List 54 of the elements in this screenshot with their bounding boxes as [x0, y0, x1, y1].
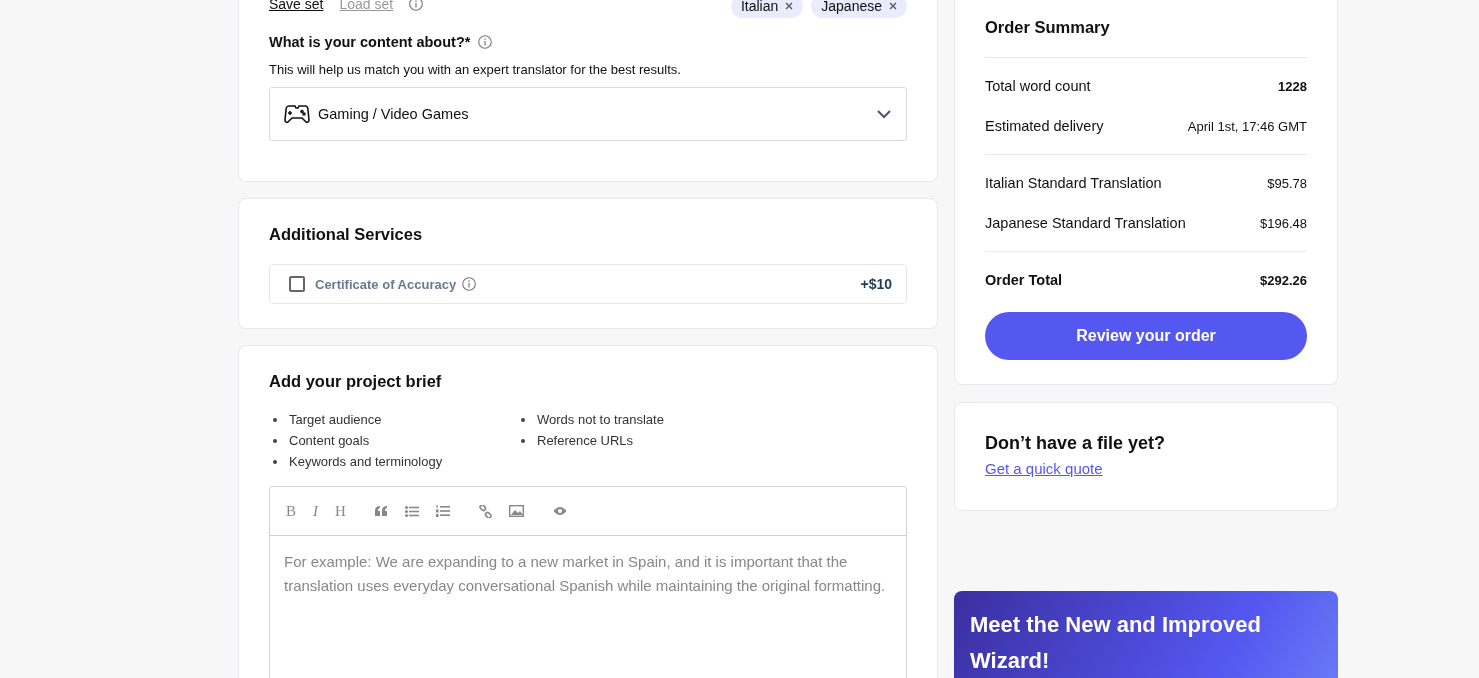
field-label: What is your content about?* — [269, 34, 471, 50]
bullet-icon — [521, 438, 525, 443]
summary-title: Order Summary — [985, 18, 1307, 58]
info-icon[interactable] — [462, 277, 477, 291]
bullet-icon — [273, 459, 277, 464]
close-icon[interactable] — [889, 2, 897, 10]
summary-value: 1228 — [1278, 78, 1307, 94]
brief-tip: Words not to translate — [537, 411, 664, 429]
format-button[interactable]: B — [286, 502, 296, 520]
format-button[interactable]: I — [313, 502, 318, 520]
summary-value: April 1st, 17:46 GMT — [1187, 118, 1307, 134]
field-hint: This will help us match you with an expert translator for the best results. — [269, 62, 682, 77]
summary-value: $196.48 — [1260, 215, 1307, 231]
bullet-icon — [273, 438, 277, 443]
gamepad-icon — [284, 103, 310, 125]
link-icon[interactable] — [478, 504, 492, 518]
eye-icon[interactable] — [552, 506, 567, 516]
summary-label: Italian Standard Translation — [985, 175, 1162, 191]
summary-label: Order Total — [985, 272, 1063, 288]
summary-label: Estimated delivery — [985, 118, 1104, 134]
brief-tip: Keywords and terminology — [289, 453, 443, 471]
section-title: Add your project brief — [269, 372, 443, 391]
quote-title: Don’t have a file yet? — [985, 433, 1167, 454]
summary-value: $95.78 — [1267, 175, 1307, 191]
bullet-icon — [521, 417, 525, 422]
section-title: Additional Services — [269, 225, 424, 244]
brief-tip: Target audience — [289, 411, 382, 429]
summary-value: $292.26 — [1260, 272, 1307, 288]
language-chip[interactable]: Japanese — [811, 0, 907, 18]
service-label: Certificate of Accuracy — [315, 276, 457, 292]
language-chip[interactable]: Italian — [730, 0, 804, 18]
chevron-down-icon — [876, 109, 892, 119]
service-option[interactable]: Certificate of Accuracy +$10 — [269, 264, 907, 304]
quote-icon[interactable] — [374, 506, 388, 516]
info-icon[interactable] — [409, 0, 424, 11]
topic-dropdown[interactable]: Gaming / Video Games — [269, 87, 907, 141]
brief-tip: Content goals — [289, 432, 370, 450]
summary-label: Total word count — [985, 78, 1091, 94]
brief-tip: Reference URLs — [537, 432, 634, 450]
set-link[interactable]: Save set — [269, 0, 324, 12]
summary-label: Japanese Standard Translation — [985, 215, 1186, 231]
format-button[interactable]: H — [335, 502, 346, 520]
info-icon[interactable] — [478, 35, 493, 49]
quick-quote-link[interactable]: Get a quick quote — [985, 460, 1103, 477]
bullet-list-icon[interactable] — [404, 505, 419, 517]
promo-title: Meet the New and Improved Wizard! — [970, 611, 1262, 675]
checkbox[interactable] — [289, 276, 305, 292]
bullet-icon — [273, 417, 277, 422]
text-editor[interactable]: B I H For example: We are expanding to a new market in Spain, and it is important that the translation uses everyday conversational Spanish while maintaining the original formatting. — [269, 486, 907, 678]
service-price: +$10 — [860, 276, 892, 292]
image-icon[interactable] — [508, 505, 524, 517]
review-order-button[interactable]: Review your order — [985, 312, 1307, 360]
numbered-list-icon[interactable] — [435, 505, 450, 517]
close-icon[interactable] — [785, 2, 794, 10]
